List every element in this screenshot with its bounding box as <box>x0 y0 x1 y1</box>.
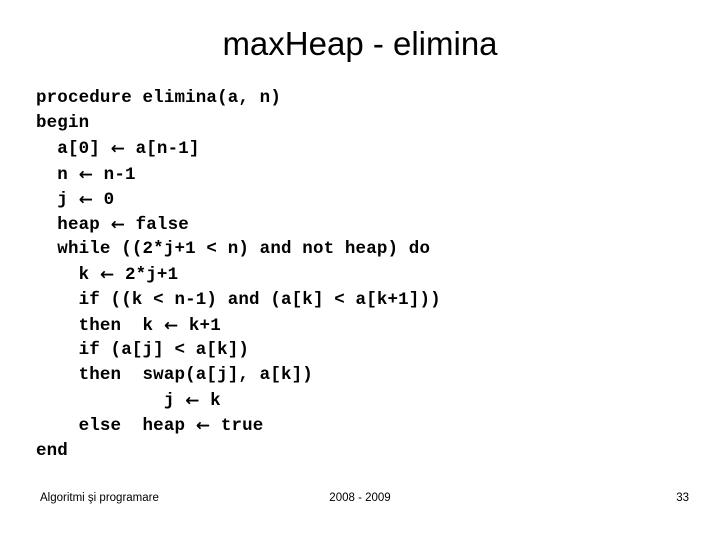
code-text: n-1 <box>93 164 136 185</box>
code-text: j <box>36 189 79 210</box>
code-line: else heap ← true <box>36 413 696 438</box>
code-text: procedure elimina(a, n) <box>36 88 281 108</box>
footer-academic-year: 2008 - 2009 <box>329 492 391 504</box>
code-text: n <box>36 164 79 185</box>
code-line: j ← 0 <box>36 187 696 212</box>
code-line: a[0] ← a[n-1] <box>36 136 696 161</box>
code-text: k <box>199 391 221 412</box>
pseudocode-block: procedure elimina(a, n) begin a[0] ← a[n-… <box>36 86 696 464</box>
assignment-arrow-icon: ← <box>110 214 125 235</box>
code-text: while ((2*j+1 < n) and not heap) do <box>36 239 431 260</box>
code-text: if ((k < n-1) and (a[k] < a[k+1])) <box>36 289 441 310</box>
code-line: end <box>36 439 696 464</box>
code-line: if (a[j] < a[k]) <box>36 338 696 363</box>
assignment-arrow-icon: ← <box>195 416 211 437</box>
code-text: 0 <box>93 189 115 210</box>
assignment-arrow-icon: ← <box>78 164 94 185</box>
code-text: 2*j+1 <box>114 265 179 286</box>
assignment-arrow-icon: ← <box>185 391 200 412</box>
footer-page-number: 33 <box>676 492 689 504</box>
code-text: a[n-1] <box>124 139 200 160</box>
code-text: false <box>124 214 189 235</box>
code-line: k ← 2*j+1 <box>36 262 696 287</box>
code-text: if (a[j] < a[k]) <box>36 339 250 360</box>
code-text: end <box>36 440 68 461</box>
code-text: then k <box>36 315 164 336</box>
code-line: if ((k < n-1) and (a[k] < a[k+1])) <box>36 288 696 313</box>
assignment-arrow-icon: ← <box>78 189 94 210</box>
code-line: heap ← false <box>36 212 696 237</box>
code-line: begin <box>36 111 696 136</box>
code-text: true <box>210 416 264 437</box>
code-text: j <box>36 391 186 412</box>
presentation-slide: maxHeap - elimina procedure elimina(a, n… <box>0 0 720 540</box>
assignment-arrow-icon: ← <box>110 139 125 160</box>
code-line: then swap(a[j], a[k]) <box>36 363 696 388</box>
code-text: k <box>36 265 100 286</box>
code-line: n ← n-1 <box>36 162 696 187</box>
code-line: j ← k <box>36 388 696 413</box>
code-text: else heap <box>36 416 196 437</box>
code-text: heap <box>36 214 111 235</box>
code-line: while ((2*j+1 < n) and not heap) do <box>36 237 696 262</box>
code-text: a[0] <box>36 139 111 160</box>
code-line: then k ← k+1 <box>36 313 696 338</box>
page-title: maxHeap - elimina <box>222 25 498 62</box>
slide-footer: Algoritmi şi programare 2008 - 2009 33 <box>0 492 720 516</box>
code-text: then swap(a[j], a[k]) <box>36 365 313 386</box>
assignment-arrow-icon: ← <box>99 265 115 286</box>
assignment-arrow-icon: ← <box>163 315 179 336</box>
code-line: procedure elimina(a, n) <box>36 86 696 111</box>
code-text: begin <box>36 113 90 134</box>
code-text: k+1 <box>178 315 221 336</box>
